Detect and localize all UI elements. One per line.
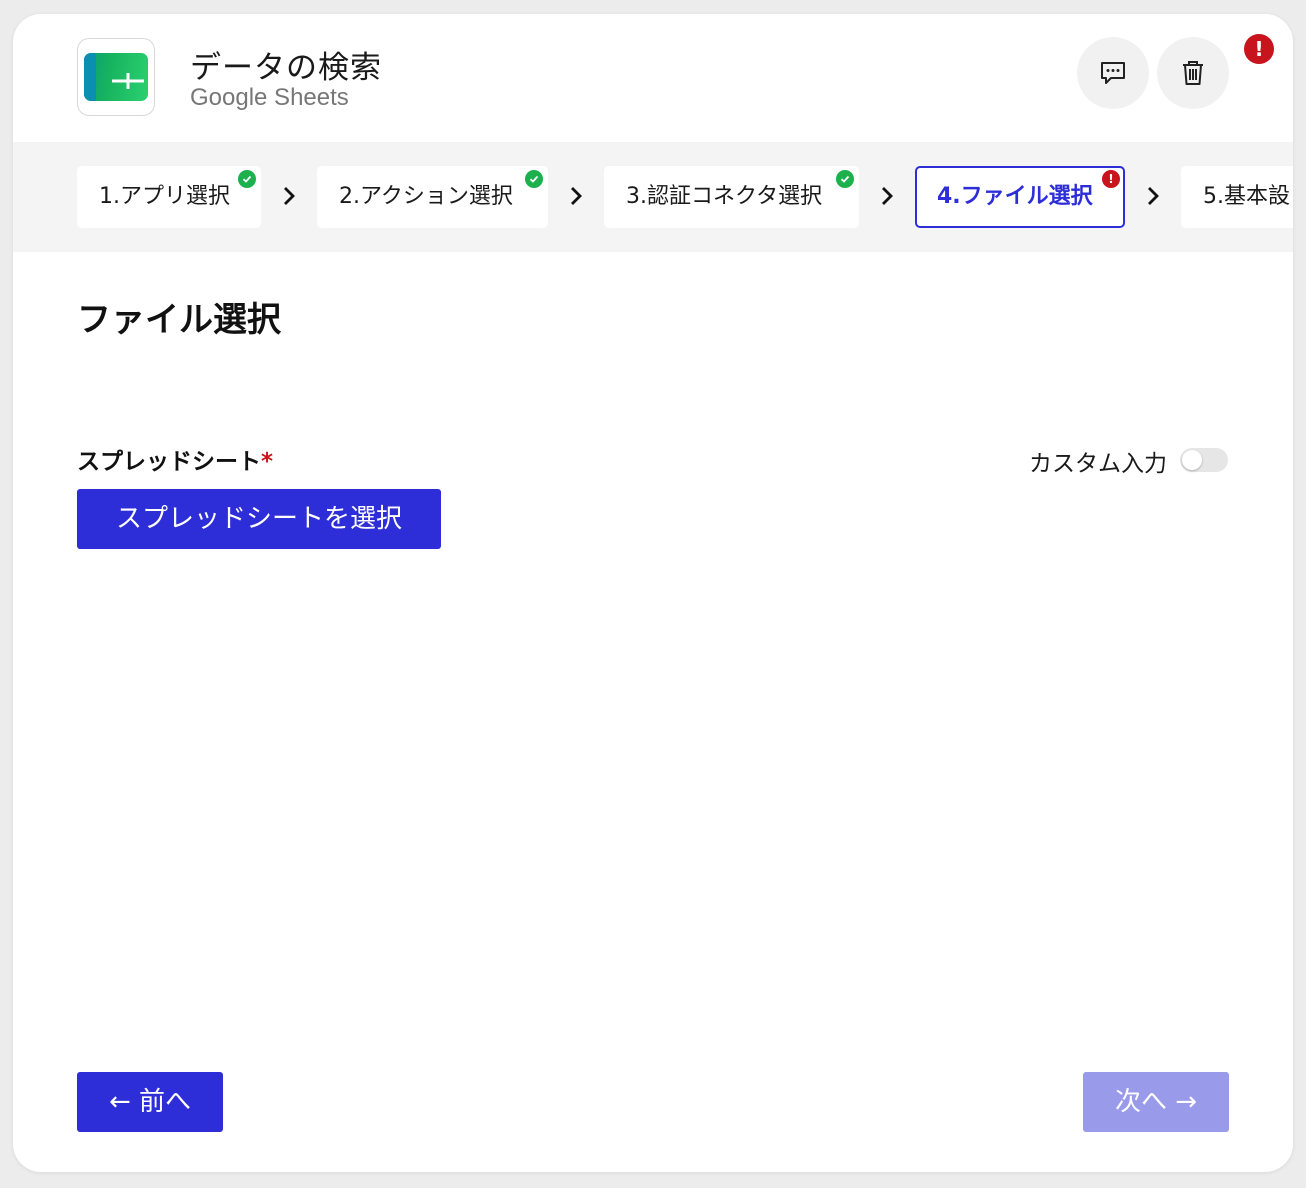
step-action-select[interactable]: 2.アクション選択	[317, 166, 548, 228]
required-mark: *	[261, 449, 274, 475]
step-app-select[interactable]: 1.アプリ選択	[77, 166, 261, 228]
modal-card: データの検索 Google Sheets ! 1.アプリ選択 2.アクション選択…	[13, 14, 1293, 1172]
custom-input-toggle[interactable]	[1180, 448, 1228, 472]
step-label: 5.基本設	[1203, 184, 1290, 209]
app-title: データの検索	[190, 50, 382, 86]
field-label-text: スプレッドシート	[77, 449, 261, 475]
check-icon	[836, 170, 854, 188]
check-icon	[525, 170, 543, 188]
header: データの検索 Google Sheets !	[13, 14, 1293, 142]
trash-icon	[1183, 61, 1203, 85]
comment-button[interactable]	[1077, 37, 1149, 109]
step-connector-select[interactable]: 3.認証コネクタ選択	[604, 166, 859, 228]
toggle-knob	[1182, 450, 1202, 470]
error-badge-icon: !	[1244, 34, 1274, 64]
error-icon: !	[1102, 170, 1120, 188]
step-label: 1.アプリ選択	[99, 184, 230, 209]
delete-button[interactable]	[1157, 37, 1229, 109]
app-subtitle: Google Sheets	[190, 84, 349, 111]
chevron-right-icon	[1148, 187, 1159, 205]
logo-tile-edge	[84, 53, 96, 101]
step-label: 3.認証コネクタ選択	[626, 184, 823, 209]
google-sheets-logo-icon	[77, 38, 155, 116]
check-icon	[238, 170, 256, 188]
spreadsheet-field-label: スプレッドシート*	[77, 442, 273, 476]
comment-icon	[1101, 62, 1125, 84]
next-button[interactable]: 次へ →	[1083, 1072, 1229, 1132]
step-label: 4.ファイル選択	[937, 184, 1093, 209]
logo-plus-mark	[112, 73, 144, 89]
steps-bar: 1.アプリ選択 2.アクション選択 3.認証コネクタ選択 4.ファイル選択 ! …	[13, 142, 1293, 252]
step-label: 2.アクション選択	[339, 184, 513, 209]
prev-button[interactable]: ← 前へ	[77, 1072, 223, 1132]
step-basic-settings[interactable]: 5.基本設	[1181, 166, 1293, 228]
chevron-right-icon	[882, 187, 893, 205]
chevron-right-icon	[284, 187, 295, 205]
section-title: ファイル選択	[77, 300, 281, 340]
custom-input-label: カスタム入力	[1029, 451, 1167, 477]
select-spreadsheet-button[interactable]: スプレッドシートを選択	[77, 489, 441, 549]
step-file-select[interactable]: 4.ファイル選択 !	[915, 166, 1125, 228]
chevron-right-icon	[571, 187, 582, 205]
